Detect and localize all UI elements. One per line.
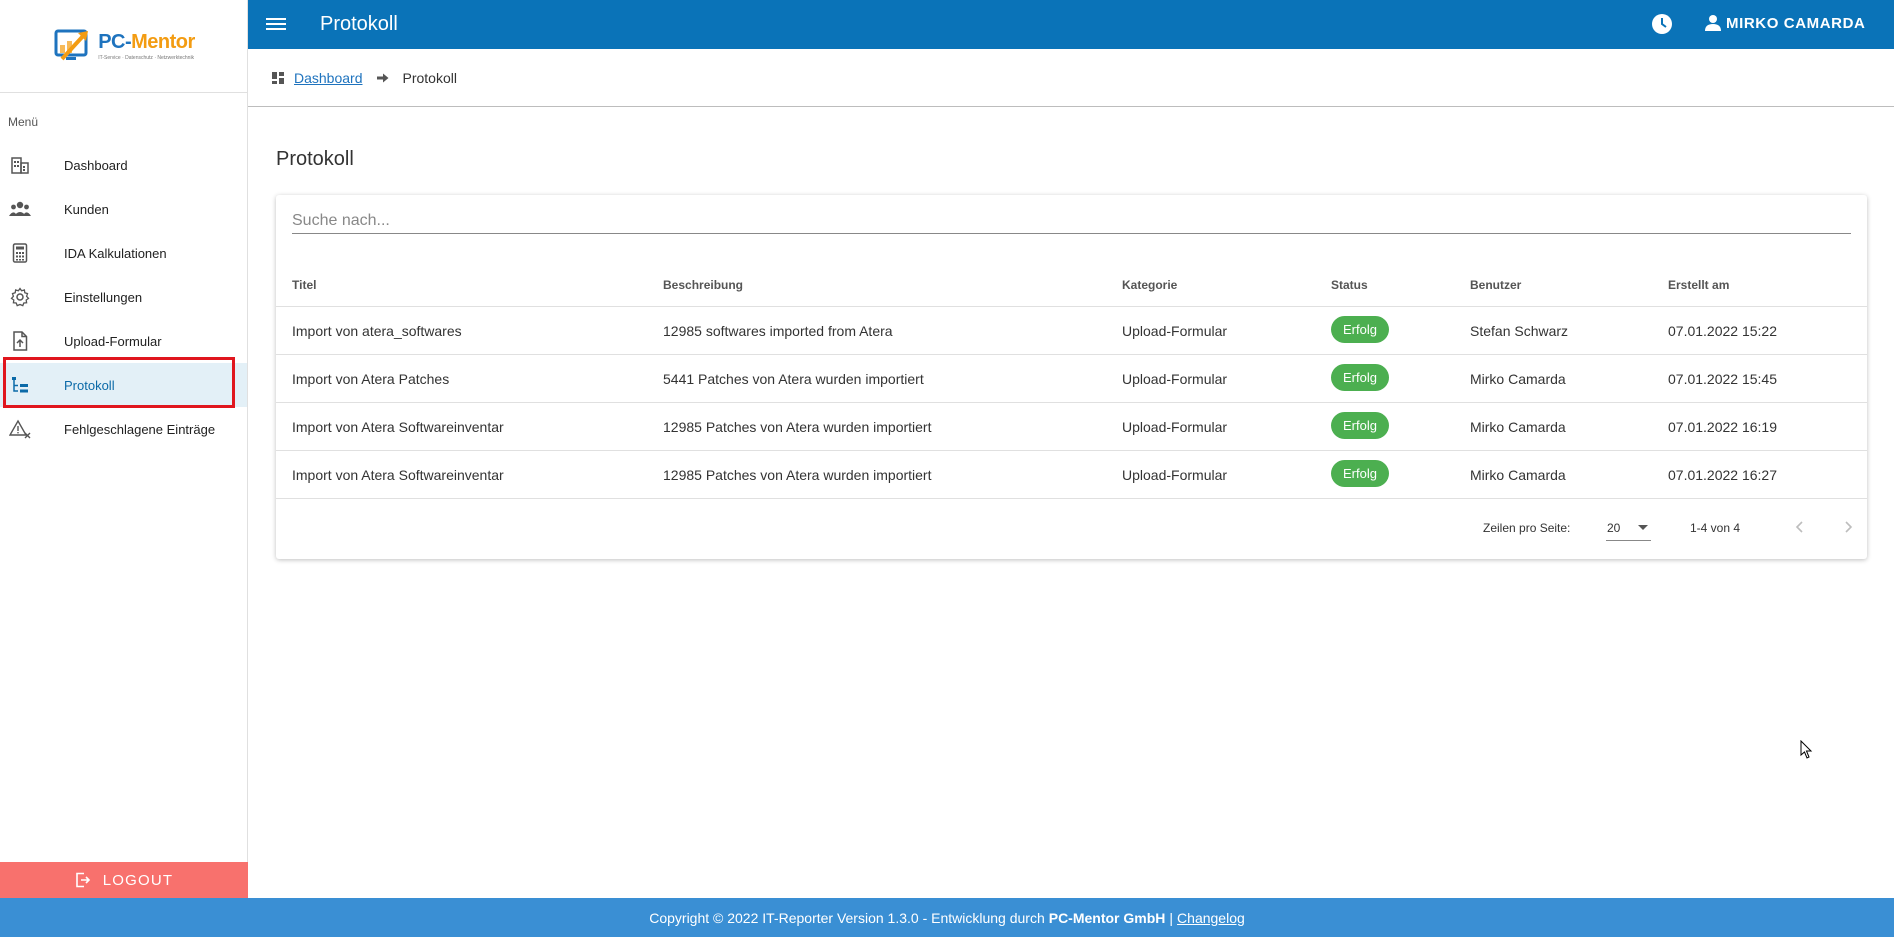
building-icon [9,154,31,176]
cell-description: 12985 Patches von Atera wurden importier… [663,419,932,435]
cell-title: Import von atera_softwares [292,323,462,339]
dashboard-grid-icon [272,71,284,84]
sidebar-item-protokoll[interactable]: Protokoll [0,363,247,407]
warning-x-icon [9,418,31,440]
sidebar-item-upload-formular[interactable]: Upload-Formular [0,319,247,363]
sidebar-item-einstellungen[interactable]: Einstellungen [0,275,247,319]
section-heading: Protokoll [276,148,354,170]
sidebar-item-dashboard[interactable]: Dashboard [0,143,247,187]
cell-category: Upload-Formular [1122,467,1228,483]
upload-file-icon [9,330,31,352]
gear-icon [9,286,31,308]
page-footer: Copyright © 2022 IT-Reporter Version 1.3… [0,898,1894,937]
menu-caption: Menü [8,115,39,129]
next-page-icon[interactable] [1836,515,1860,539]
column-header-kategorie[interactable]: Kategorie [1122,278,1177,292]
column-header-erstellt-am[interactable]: Erstellt am [1668,278,1729,292]
changelog-link[interactable]: Changelog [1177,910,1245,926]
group-icon [9,198,31,220]
sidebar-item-ida-kalkulationen[interactable]: IDA Kalkulationen [0,231,247,275]
top-app-bar: Protokoll MIRKO CAMARDA [248,0,1894,49]
log-table-card: Titel Beschreibung Kategorie Status Benu… [276,195,1867,559]
previous-page-icon[interactable] [1788,515,1812,539]
sidebar-item-label: Protokoll [64,377,115,393]
clock-icon[interactable] [1651,13,1673,35]
cell-user: Stefan Schwarz [1470,323,1569,339]
table-row[interactable]: Import von Atera Softwareinventar 12985 … [276,451,1867,499]
cell-category: Upload-Formular [1122,371,1228,387]
user-name: MIRKO CAMARDA [1726,14,1866,32]
cell-user: Mirko Camarda [1470,467,1566,483]
cell-title: Import von Atera Patches [292,371,450,387]
table-row[interactable]: Import von Atera Softwareinventar 12985 … [276,403,1867,451]
pagination-range: 1-4 von 4 [1690,521,1741,535]
column-header-status[interactable]: Status [1331,278,1368,292]
cell-description: 12985 softwares imported from Atera [663,323,893,339]
logout-icon [75,872,90,888]
sidebar-item-label: IDA Kalkulationen [64,245,167,261]
arrow-right-icon [376,73,388,82]
sidebar: PC-Mentor IT-Service · Datenschutz · Net… [0,0,248,898]
logo-area: PC-Mentor IT-Service · Datenschutz · Net… [0,0,247,93]
rows-per-page-label: Zeilen pro Seite: [1483,521,1571,535]
cell-date: 07.01.2022 16:19 [1668,419,1777,435]
cell-date: 07.01.2022 16:27 [1668,467,1777,483]
sidebar-item-label: Upload-Formular [64,333,162,349]
menu-toggle-icon[interactable] [266,15,286,33]
cell-title: Import von Atera Softwareinventar [292,467,504,483]
footer-separator: | [1169,909,1174,926]
logout-button[interactable]: LOGOUT [0,862,248,898]
status-badge: Erfolg [1331,316,1389,343]
calculator-icon [9,242,31,264]
breadcrumb-dashboard-link[interactable]: Dashboard [294,70,363,86]
cell-category: Upload-Formular [1122,323,1228,339]
table-header: Titel Beschreibung Kategorie Status Benu… [276,260,1867,307]
cell-category: Upload-Formular [1122,419,1228,435]
cell-date: 07.01.2022 15:45 [1668,371,1777,387]
logo-tagline: IT-Service · Datenschutz · Netzwerktechn… [98,55,195,61]
sidebar-item-label: Dashboard [64,157,128,173]
column-header-benutzer[interactable]: Benutzer [1470,278,1521,292]
rows-per-page-select[interactable]: 20 [1606,511,1651,541]
logo-title: PC-Mentor [98,31,195,53]
search-input[interactable] [292,209,1851,234]
pc-mentor-logo[interactable]: PC-Mentor IT-Service · Datenschutz · Net… [52,25,195,67]
mouse-cursor-icon [1800,740,1813,759]
column-header-titel[interactable]: Titel [292,278,316,292]
logout-label: LOGOUT [102,871,174,889]
table-row[interactable]: Import von atera_softwares 12985 softwar… [276,307,1867,355]
status-badge: Erfolg [1331,364,1389,391]
company-name: PC-Mentor GmbH [1048,909,1166,926]
cell-title: Import von Atera Softwareinventar [292,419,504,435]
tree-list-icon [9,374,31,396]
sidebar-item-fehlgeschlagene-eintraege[interactable]: Fehlgeschlagene Einträge [0,407,247,451]
rows-per-page-value: 20 [1607,521,1621,535]
sidebar-item-label: Einstellungen [64,289,143,305]
breadcrumb-current: Protokoll [402,69,457,86]
user-menu-button[interactable]: MIRKO CAMARDA [1704,14,1865,32]
breadcrumb: Dashboard Protokoll [248,49,1894,107]
copyright-text: Copyright © 2022 IT-Reporter Version 1.3… [649,909,1045,926]
cell-user: Mirko Camarda [1470,371,1566,387]
cell-description: 12985 Patches von Atera wurden importier… [663,467,932,483]
table-row[interactable]: Import von Atera Patches 5441 Patches vo… [276,355,1867,403]
status-badge: Erfolg [1331,412,1389,439]
person-icon [1705,15,1721,31]
cell-user: Mirko Camarda [1470,419,1566,435]
dropdown-arrow-icon [1638,525,1648,530]
cell-date: 07.01.2022 15:22 [1668,323,1777,339]
status-badge: Erfolg [1331,460,1389,487]
logo-mark-icon [54,29,89,61]
sidebar-item-label: Fehlgeschlagene Einträge [64,421,216,437]
column-header-beschreibung[interactable]: Beschreibung [663,278,743,292]
sidebar-item-kunden[interactable]: Kunden [0,187,247,231]
cell-description: 5441 Patches von Atera wurden importiert [663,371,924,387]
table-pagination: Zeilen pro Seite: 20 1-4 von 4 [276,499,1867,559]
sidebar-item-label: Kunden [64,201,109,217]
page-title: Protokoll [320,13,398,35]
